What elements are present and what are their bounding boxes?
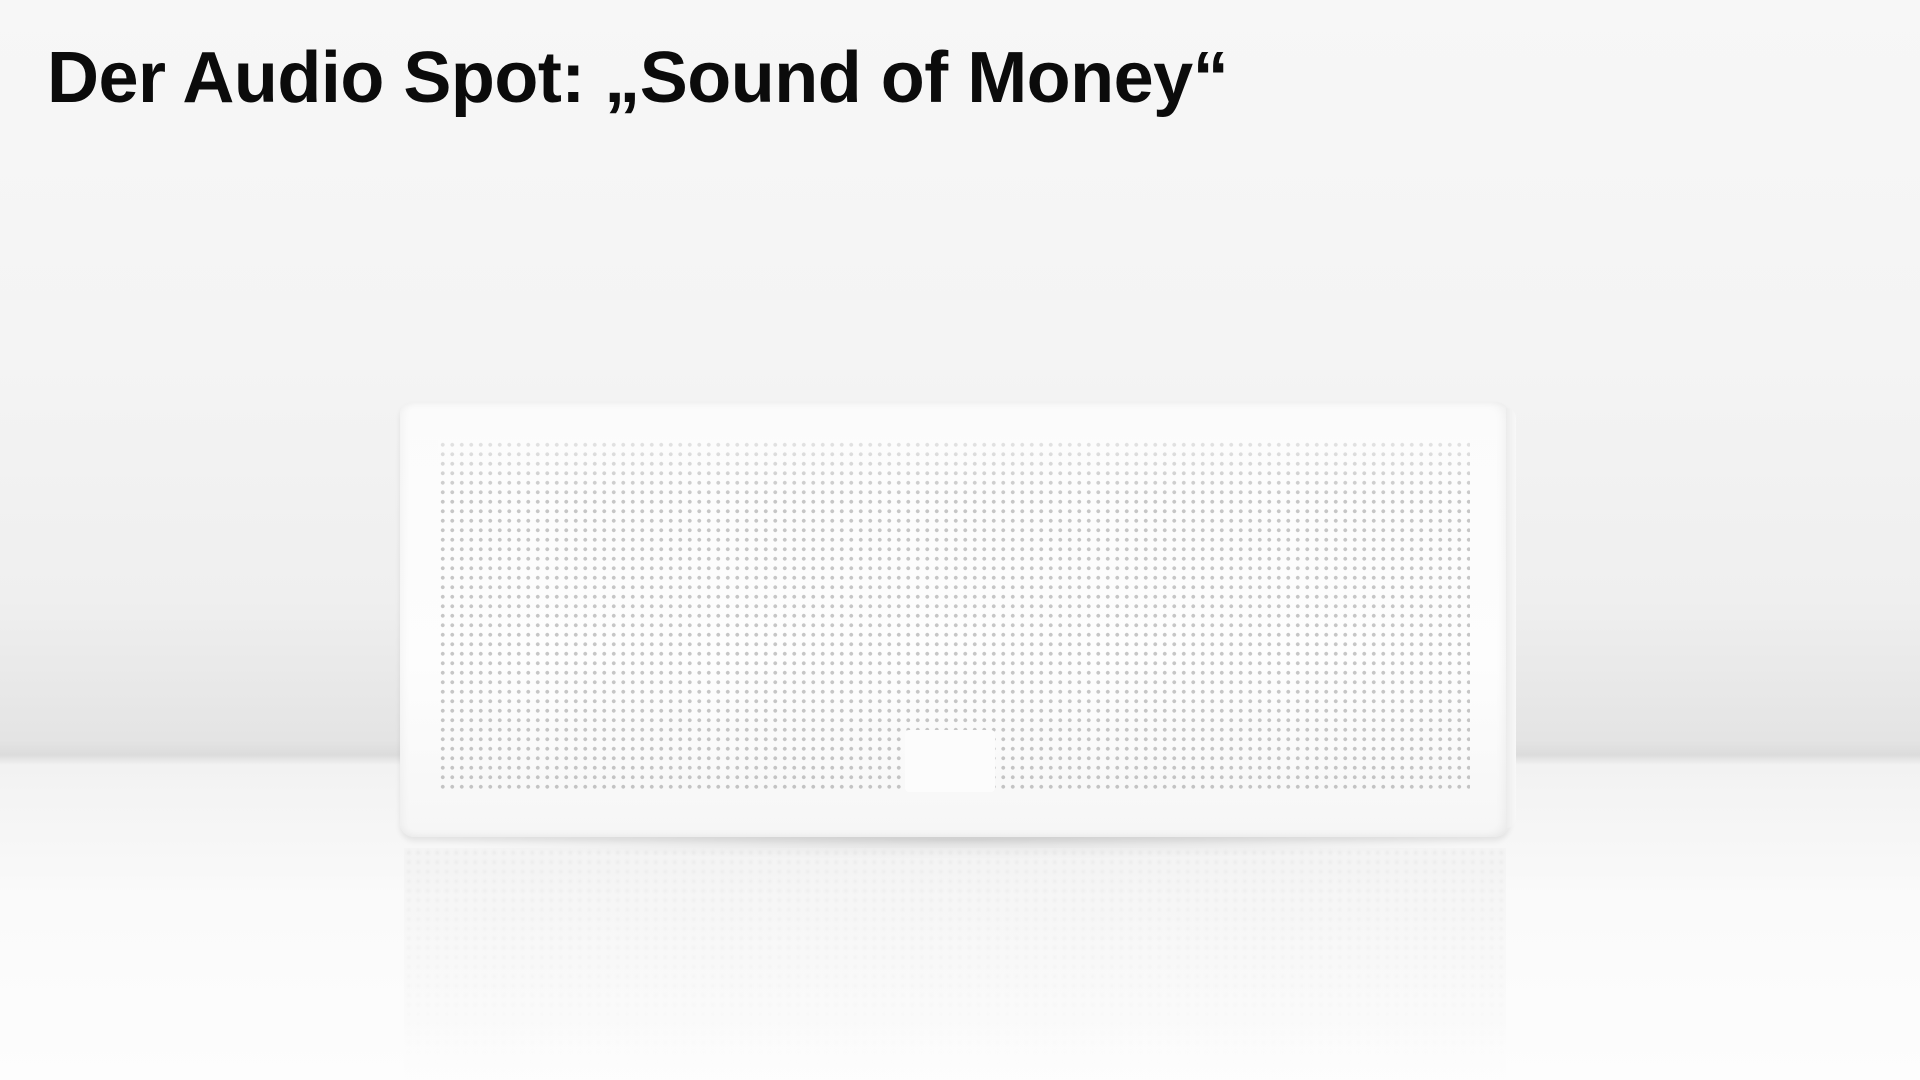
speaker-logo-area [905, 730, 995, 792]
speaker-photo [0, 0, 1920, 1080]
speaker-icon [400, 402, 1516, 837]
speaker-side-edge [1506, 408, 1516, 828]
speaker-grille-highlight [438, 440, 1470, 500]
speaker-reflection-grille [404, 848, 1506, 1080]
